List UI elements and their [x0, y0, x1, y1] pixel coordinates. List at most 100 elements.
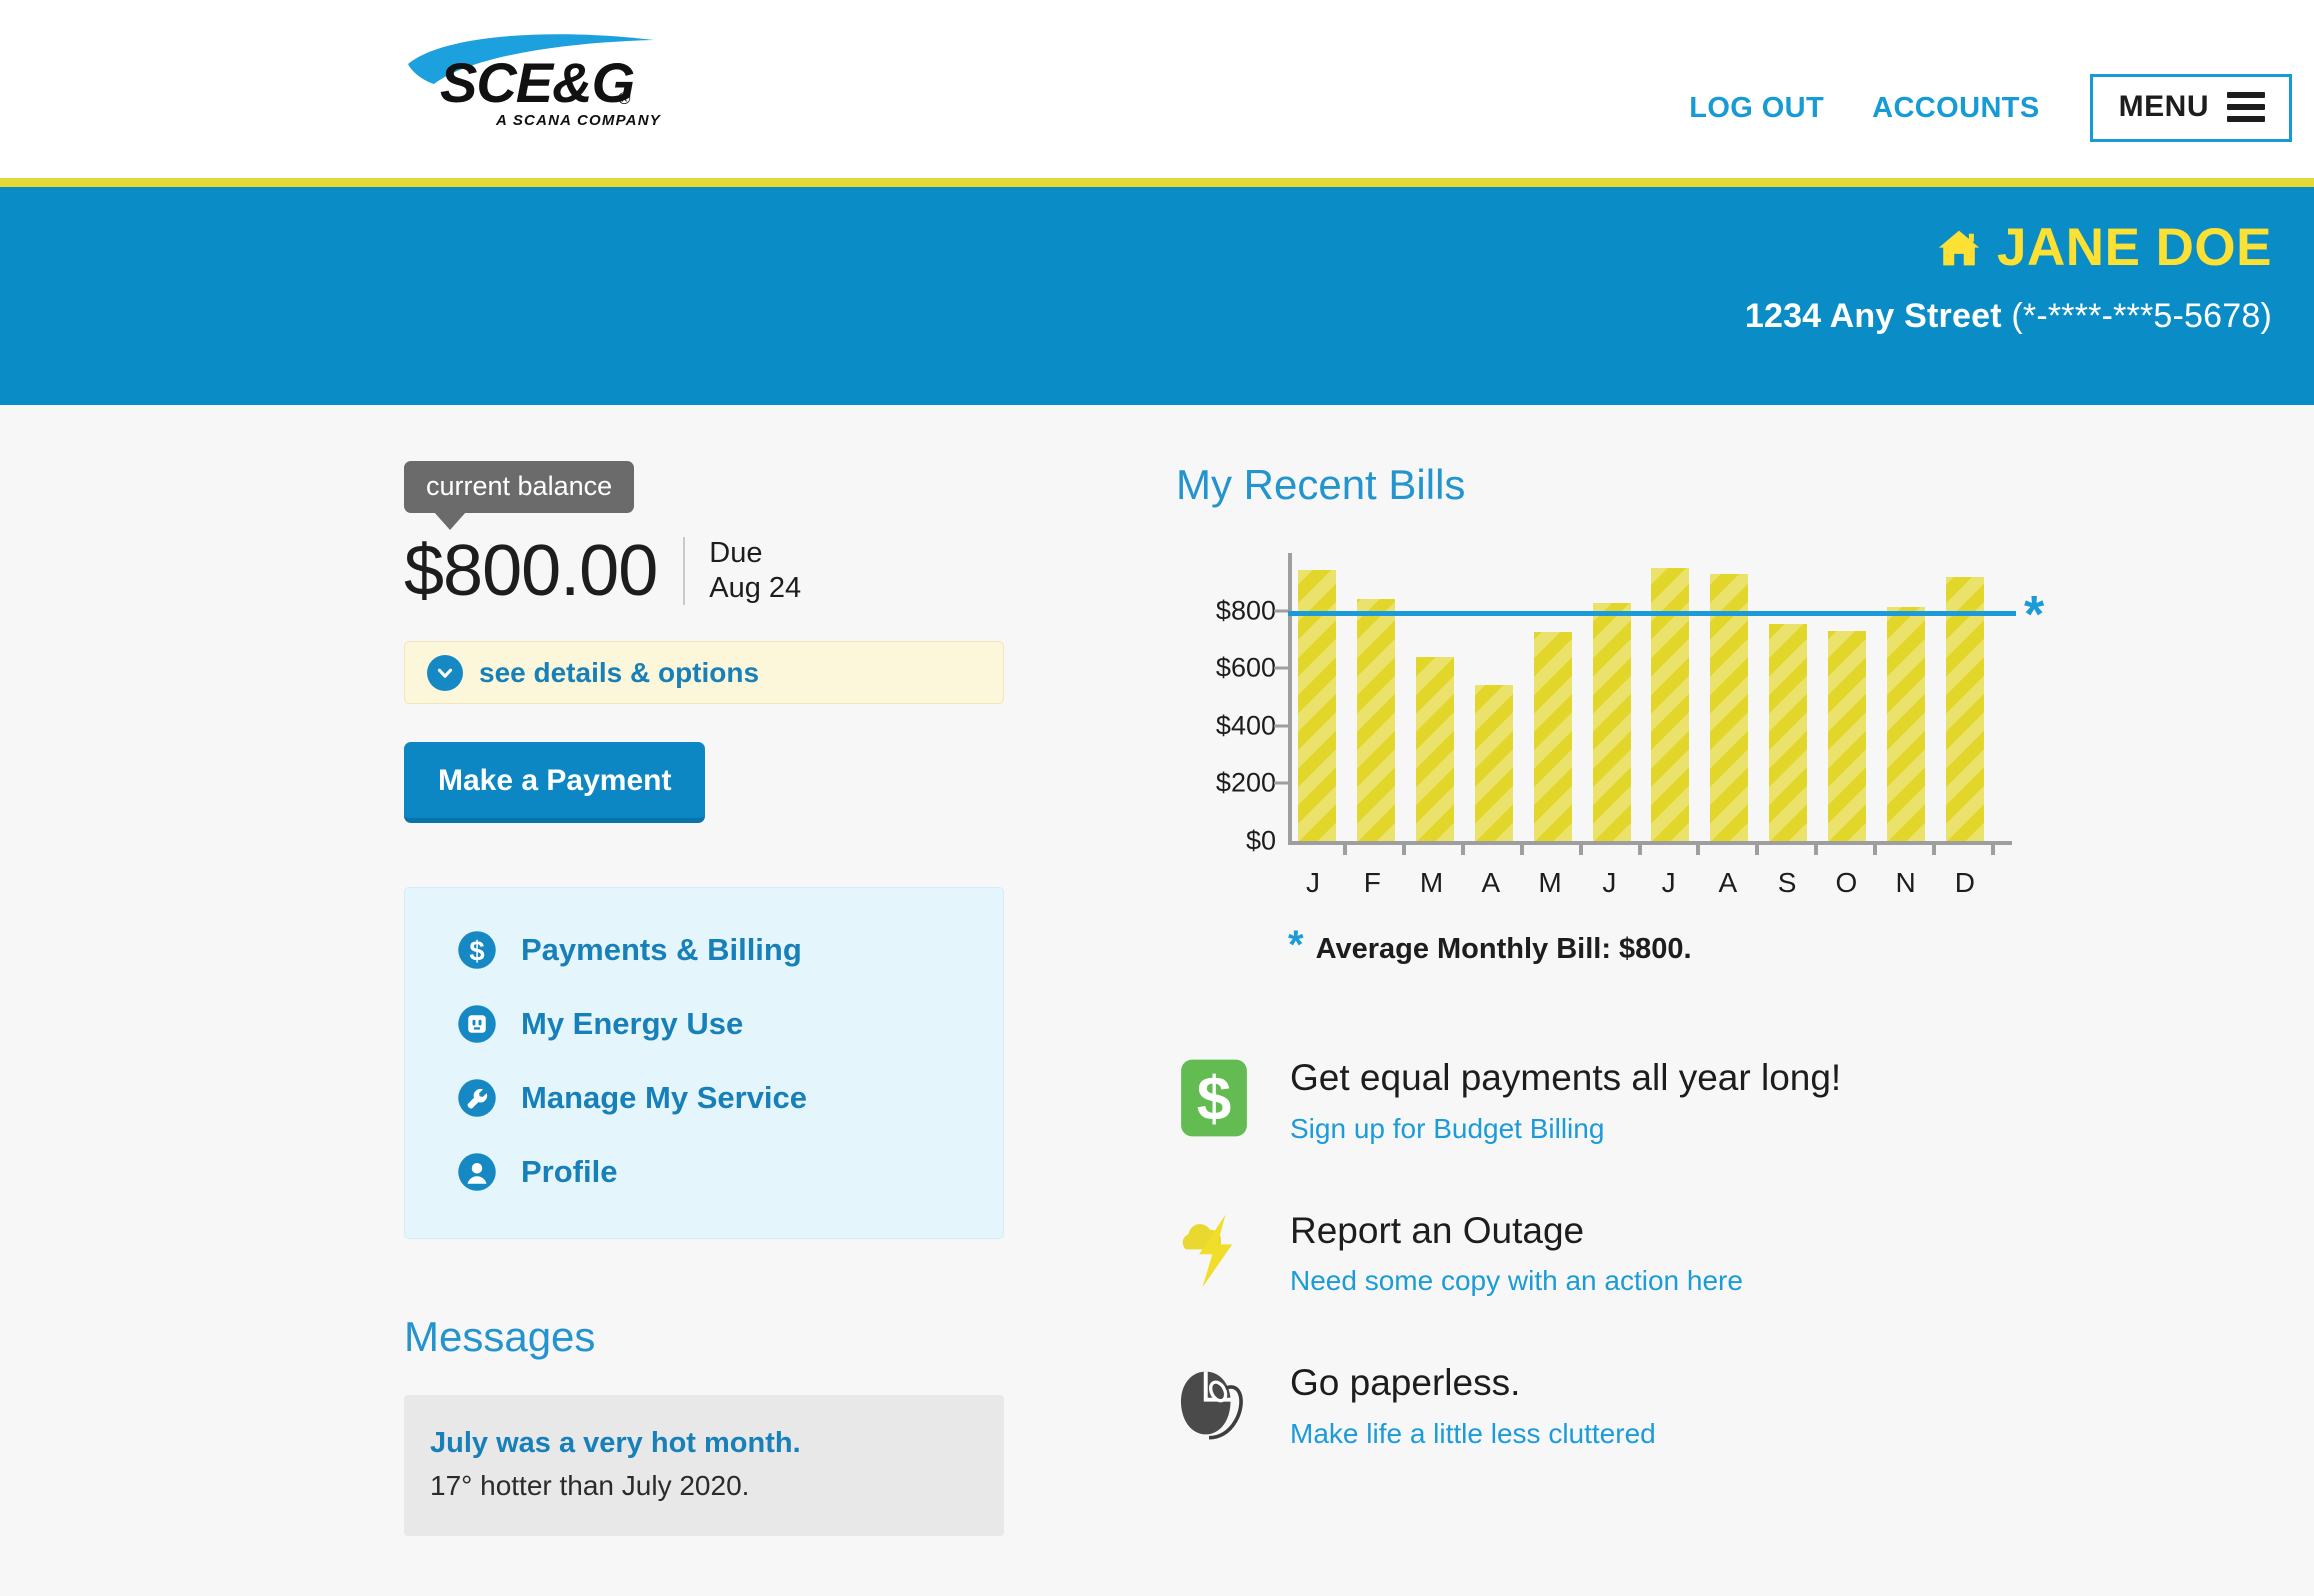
home-icon [1938, 230, 1980, 265]
chart-x-tick-label: M [1419, 867, 1444, 898]
svg-text:SCE&G: SCE&G [440, 51, 634, 114]
chart-x-tick-label: J [1661, 867, 1676, 898]
svg-text:$: $ [469, 936, 484, 967]
nav-accounts[interactable]: ACCOUNTS [1848, 92, 2064, 125]
quicklink-label: Profile [521, 1154, 618, 1189]
promo-link[interactable]: Sign up for Budget Billing [1290, 1113, 1841, 1145]
right-column: My Recent Bills $0 $200 $400 $600 $800 * J F M… [1002, 461, 2314, 1536]
account-address: 1234 Any Street (*-****-***5-5678) [0, 297, 2272, 335]
quicklink-manage-my-service[interactable]: Manage My Service [457, 1078, 1003, 1118]
chart-x-tick-label: J [1602, 867, 1617, 898]
sceg-logo[interactable]: SCE&G ® A SCANA COMPANY [404, 28, 768, 148]
average-bill-reference-line [1288, 610, 2016, 616]
outlet-circle-icon [458, 1005, 496, 1043]
chart-bar [1945, 576, 1984, 841]
footnote-star-icon: * [1288, 923, 1304, 967]
balance-divider [683, 537, 686, 605]
footnote-text: Average Monthly Bill: $800. [1315, 933, 1692, 965]
chart-x-ticks [1292, 841, 1995, 855]
svg-text:®: ® [618, 89, 631, 108]
chart-x-tick [1710, 841, 1760, 855]
account-number: (*-****-***5-5678) [2011, 297, 2272, 335]
computer-mouse-icon [1180, 1371, 1243, 1440]
chart-x-tick [1357, 841, 1406, 855]
promo-text: Go paperless. Make life a little less cl… [1290, 1361, 1656, 1450]
chart-y-tick-label: $800 [1215, 595, 1276, 626]
chart-x-tick [1593, 841, 1642, 855]
chart-x-tick [1769, 841, 1819, 855]
main-content: current balance $800.00 Due Aug 24 see d… [0, 405, 2314, 1536]
promo-title: Get equal payments all year long! [1290, 1057, 1842, 1098]
chart-bar [1474, 684, 1513, 841]
chart-x-tick-label: J [1306, 867, 1320, 898]
chart-bar [1651, 568, 1690, 841]
account-name-row: JANE DOE [0, 221, 2272, 274]
quicklink-profile[interactable]: Profile [457, 1152, 1003, 1192]
messages-heading: Messages [404, 1313, 596, 1360]
see-details-options-bar[interactable]: see details & options [404, 641, 1004, 704]
make-a-payment-button[interactable]: Make a Payment [404, 742, 706, 823]
chart-x-tick [1416, 841, 1465, 855]
account-street: 1234 Any Street [1744, 297, 2002, 335]
promo-title: Go paperless. [1290, 1362, 1521, 1404]
promo-title: Report an Outage [1290, 1209, 1585, 1251]
chart-x-tick [1828, 841, 1878, 855]
chart-plot-area: $0 $200 $400 $600 $800 * [1216, 553, 2044, 856]
promotions-list: $ Get equal payments all year long! Sign… [1176, 1056, 2254, 1450]
chart-x-tick-label: A [1481, 867, 1501, 898]
quicklink-payments-billing[interactable]: $ Payments & Billing [457, 930, 1003, 970]
chart-y-tick [1274, 666, 1288, 670]
promo-report-outage[interactable]: Report an Outage Need some copy with an … [1176, 1209, 2254, 1298]
chart-bar [1887, 607, 1926, 841]
promo-budget-billing[interactable]: $ Get equal payments all year long! Sign… [1176, 1056, 2254, 1145]
hamburger-icon [2227, 92, 2265, 122]
nav-log-out[interactable]: LOG OUT [1665, 92, 1848, 125]
chart-bar [1533, 631, 1572, 841]
recent-bills-heading: My Recent Bills [1176, 461, 1466, 508]
menu-button-label: MENU [2118, 90, 2209, 123]
chart-x-tick-label: D [1954, 867, 1976, 898]
chart-x-tick [1475, 841, 1524, 855]
promo-text: Get equal payments all year long! Sign u… [1290, 1056, 1841, 1145]
svg-text:A SCANA COMPANY: A SCANA COMPANY [495, 112, 662, 129]
chart-x-tick-label: F [1363, 867, 1381, 898]
chart-y-tick-label: $200 [1215, 767, 1276, 798]
chart-x-tick-label: N [1895, 867, 1916, 898]
chart-bar [1592, 602, 1631, 841]
lightning-cloud-icon [1182, 1214, 1233, 1288]
chart-bar [1415, 657, 1454, 841]
chart-bars [1292, 553, 1988, 841]
promo-link[interactable]: Make life a little less cluttered [1290, 1418, 1656, 1450]
chart-footnote: * Average Monthly Bill: $800. [1288, 923, 2254, 967]
recent-bills-chart: $0 $200 $400 $600 $800 * J F M A M J J A S O N D * Aver… [1176, 553, 2254, 966]
chart-x-tick [1651, 841, 1701, 855]
message-body: 17° hotter than July 2020. [430, 1470, 750, 1501]
balance-row: $800.00 Due Aug 24 [404, 535, 1002, 607]
dollar-badge-icon: $ [1181, 1059, 1247, 1137]
chart-y-tick-label: $600 [1215, 652, 1276, 683]
chart-x-tick [1946, 841, 1995, 855]
wrench-circle-icon [458, 1079, 496, 1117]
svg-text:$: $ [1197, 1065, 1232, 1134]
quicklink-label: My Energy Use [521, 1006, 744, 1041]
chart-x-tick [1298, 841, 1347, 855]
chart-x-tick-label: M [1538, 867, 1562, 898]
see-details-label: see details & options [479, 656, 760, 688]
chart-x-tick [1887, 841, 1937, 855]
promo-text: Report an Outage Need some copy with an … [1290, 1209, 1743, 1298]
chart-x-tick-label: S [1777, 867, 1797, 898]
chart-bar [1828, 630, 1867, 841]
promo-go-paperless[interactable]: Go paperless. Make life a little less cl… [1176, 1361, 2254, 1450]
chart-x-tick-label: O [1835, 867, 1858, 898]
message-card[interactable]: July was a very hot month. 17° hotter th… [404, 1395, 1004, 1536]
quick-links-panel: $ Payments & Billing My Energy Use Manag… [404, 887, 1004, 1239]
menu-button[interactable]: MENU [2089, 74, 2292, 142]
chart-y-tick [1274, 781, 1288, 785]
quicklink-my-energy-use[interactable]: My Energy Use [457, 1004, 1003, 1044]
chart-x-tick-label: A [1718, 867, 1738, 898]
promo-link[interactable]: Need some copy with an action here [1290, 1265, 1743, 1297]
site-header: SCE&G ® A SCANA COMPANY LOG OUT ACCOUNTS… [0, 0, 2314, 178]
account-banner: JANE DOE 1234 Any Street (*-****-***5-56… [0, 187, 2314, 405]
due-label: Due [709, 536, 763, 569]
balance-amount: $800.00 [404, 531, 658, 611]
